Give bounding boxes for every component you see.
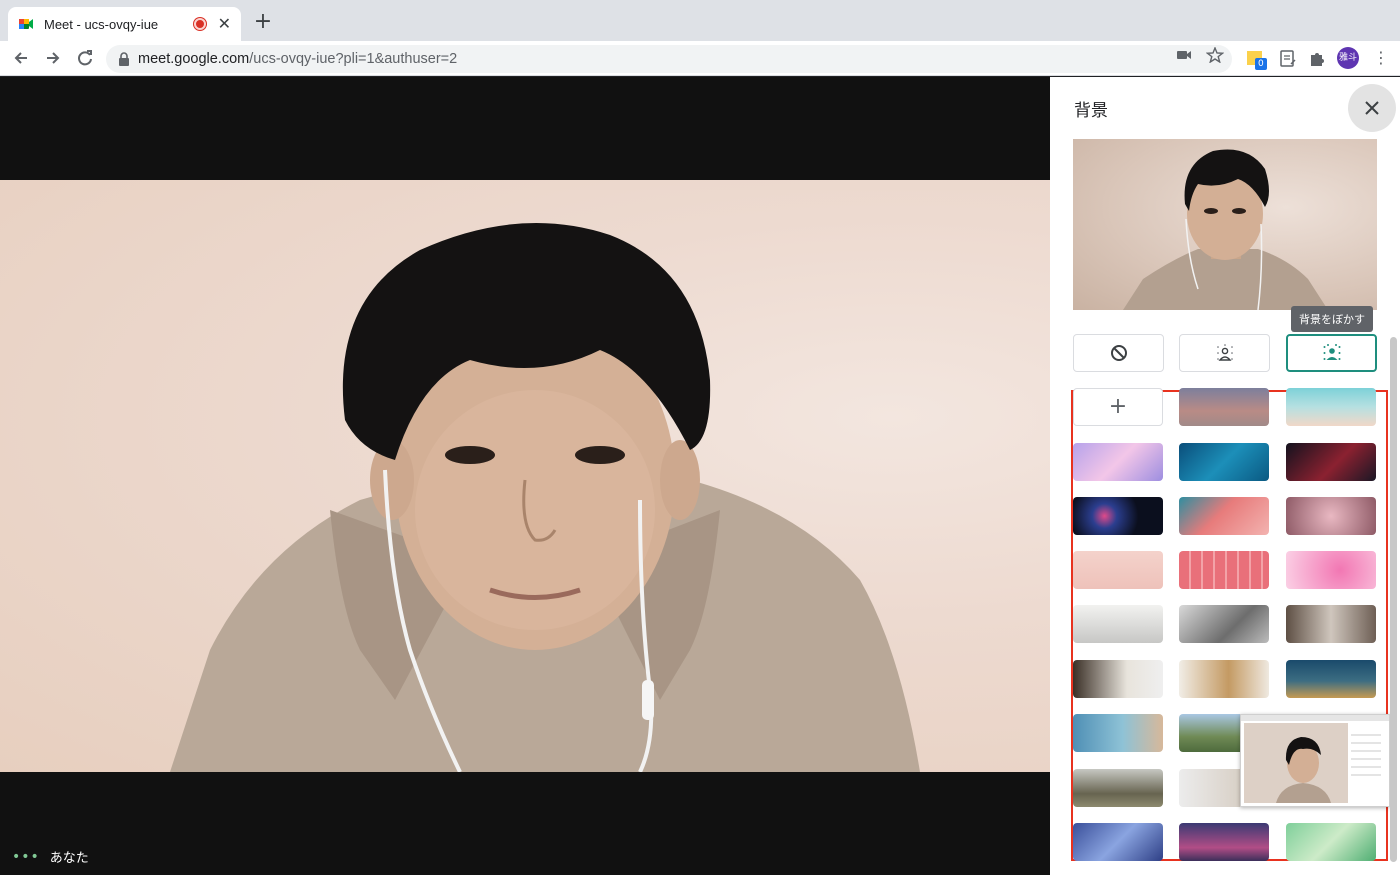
- thumbnail-image: [1241, 715, 1389, 803]
- tab-strip: Meet - ucs-ovqy-iue ✕ +: [0, 0, 1400, 41]
- browser-menu-kebab-icon[interactable]: ⋮: [1373, 48, 1389, 68]
- meet-stage: ••• あなた: [0, 77, 1050, 875]
- background-fireworks-tile[interactable]: [1073, 497, 1163, 535]
- background-pattern-tile[interactable]: [1179, 551, 1269, 589]
- self-video-feed: [0, 180, 1050, 772]
- background-atrium-tile[interactable]: [1179, 605, 1269, 643]
- backgrounds-panel: 背景 背景をぼかす +: [1050, 77, 1400, 875]
- meet-favicon-icon: [19, 19, 33, 29]
- background-nebula-tile[interactable]: [1286, 443, 1376, 481]
- panel-title: 背景: [1074, 101, 1108, 121]
- background-roses-tile[interactable]: [1286, 497, 1376, 535]
- close-icon: [1365, 101, 1379, 115]
- notes-extension-icon[interactable]: [1278, 49, 1298, 69]
- browser-tab[interactable]: Meet - ucs-ovqy-iue ✕: [8, 7, 241, 41]
- forward-arrow-icon[interactable]: [42, 47, 64, 69]
- background-seaside-tile[interactable]: [1073, 714, 1163, 752]
- background-clouds-tile[interactable]: [1073, 443, 1163, 481]
- camera-in-use-icon[interactable]: [1175, 47, 1193, 63]
- blur-background-button[interactable]: [1286, 334, 1377, 372]
- address-bar[interactable]: meet.google.com/ucs-ovqy-iue?pli=1&authu…: [106, 45, 1232, 73]
- blur-person-light-icon: [1216, 344, 1233, 361]
- extension-badge: 0: [1255, 58, 1267, 70]
- blur-person-icon: [1323, 344, 1340, 360]
- background-night-house-tile[interactable]: [1286, 660, 1376, 698]
- recording-indicator-icon: [193, 18, 206, 30]
- background-horses-tile[interactable]: [1073, 769, 1163, 807]
- no-effect-button[interactable]: [1073, 334, 1164, 372]
- background-living-room-tile[interactable]: [1179, 660, 1269, 698]
- background-water-tile[interactable]: [1179, 443, 1269, 481]
- background-green-leaves-tile[interactable]: [1286, 823, 1376, 861]
- profile-avatar[interactable]: 雅斗: [1337, 47, 1359, 69]
- background-sunset-tile[interactable]: [1179, 388, 1269, 426]
- background-office-tile[interactable]: [1073, 605, 1163, 643]
- block-icon: [1110, 345, 1127, 361]
- panel-scrollbar[interactable]: [1390, 337, 1397, 862]
- tab-close-button[interactable]: ✕: [218, 16, 231, 32]
- more-options-icon[interactable]: •••: [12, 849, 40, 865]
- extensions-puzzle-icon[interactable]: [1307, 49, 1327, 69]
- url-text: meet.google.com/ucs-ovqy-iue?pli=1&authu…: [138, 51, 457, 67]
- background-preview: [1073, 139, 1377, 310]
- background-flowers-tile[interactable]: [1179, 497, 1269, 535]
- blur-tooltip: 背景をぼかす: [1291, 306, 1373, 332]
- slight-blur-button[interactable]: [1179, 334, 1270, 372]
- bookmark-star-icon[interactable]: [1206, 47, 1224, 63]
- background-confetti-tile[interactable]: [1286, 551, 1376, 589]
- background-beach-tile[interactable]: [1286, 388, 1376, 426]
- preview-person-image: [1123, 149, 1328, 310]
- background-loft-tile[interactable]: [1286, 605, 1376, 643]
- tab-title: Meet - ucs-ovqy-iue: [44, 16, 159, 32]
- background-pink-tile[interactable]: [1073, 551, 1163, 589]
- browser-toolbar: meet.google.com/ucs-ovqy-iue?pli=1&authu…: [0, 41, 1400, 76]
- background-city-tile[interactable]: [1179, 823, 1269, 861]
- add-background-button[interactable]: +: [1073, 388, 1163, 426]
- close-panel-button[interactable]: [1348, 84, 1396, 132]
- background-leaves-tile[interactable]: [1073, 823, 1163, 861]
- url-host: meet.google.com: [138, 51, 250, 67]
- lock-icon: [119, 52, 129, 66]
- reload-icon[interactable]: [74, 47, 96, 69]
- new-tab-button[interactable]: +: [252, 11, 274, 33]
- url-path: /ucs-ovqy-iue?pli=1&authuser=2: [249, 51, 458, 67]
- background-shelves-tile[interactable]: [1073, 660, 1163, 698]
- back-arrow-icon[interactable]: [10, 47, 32, 69]
- person-video-image: [170, 223, 920, 772]
- sticky-note-extension-icon[interactable]: 0: [1246, 49, 1267, 70]
- screenshot-thumbnail-overlay[interactable]: [1240, 714, 1390, 807]
- participant-name: あなた: [49, 851, 89, 866]
- self-name-label: ••• あなた: [12, 847, 89, 867]
